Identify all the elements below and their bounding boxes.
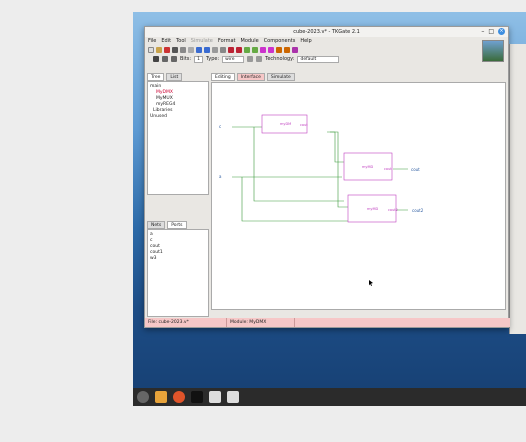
start-menu-icon[interactable] <box>137 391 149 403</box>
align-icon[interactable] <box>256 56 263 62</box>
background-window <box>509 44 526 334</box>
module-label: myDM <box>280 122 291 126</box>
minimize-button[interactable]: – <box>481 28 484 35</box>
title-bar: cube-2023.v* - TKGate 2.1 – □ × <box>145 27 508 37</box>
tab-simulate[interactable]: Simulate <box>266 73 295 81</box>
menu-format[interactable]: Format <box>218 38 236 44</box>
module-close-icon[interactable] <box>244 46 250 53</box>
simulate-icon[interactable] <box>260 46 266 53</box>
wire-tool-icon[interactable] <box>162 56 168 62</box>
redo-icon[interactable] <box>204 46 210 53</box>
port-label: cout2 <box>388 208 398 212</box>
terminal-icon[interactable] <box>191 391 203 403</box>
signal-label: c <box>219 124 221 129</box>
menu-components[interactable]: Components <box>264 38 296 44</box>
probe-icon[interactable] <box>292 46 298 53</box>
hand-tool-icon[interactable] <box>171 56 177 62</box>
tab-list[interactable]: List <box>166 73 183 81</box>
tab-tree[interactable]: Tree <box>147 73 165 81</box>
close-button[interactable]: × <box>498 28 505 35</box>
nets-panel: Nets Ports a c cout cout1 w3 <box>147 221 209 317</box>
menu-tool[interactable]: Tool <box>176 38 186 44</box>
menu-file[interactable]: File <box>148 38 156 44</box>
port-label: cout <box>300 123 308 127</box>
menu-help[interactable]: Help <box>300 38 311 44</box>
type-label: Type: <box>205 56 220 62</box>
app-taskbar-icon[interactable] <box>227 391 239 403</box>
circuit-diagram: myDM cout myMD cout myMD cout2 c a cout … <box>219 114 424 286</box>
undo-icon[interactable] <box>196 46 202 53</box>
print-icon[interactable] <box>172 46 178 53</box>
module-new-icon[interactable] <box>252 46 258 53</box>
tkgate-logo <box>482 40 504 62</box>
print-preview-icon[interactable] <box>180 46 186 53</box>
property-toolbar: Bits: 1 Type: wire Technology: default <box>145 54 508 64</box>
firefox-icon[interactable] <box>173 391 185 403</box>
editor-area: Editing Interface Simulate myDM cout myM… <box>211 73 506 319</box>
bits-field[interactable]: 1 <box>194 55 203 63</box>
select-tool-icon[interactable] <box>153 56 159 62</box>
menu-module[interactable]: Module <box>241 38 259 44</box>
type-select[interactable]: wire <box>222 55 245 63</box>
maximize-button[interactable]: □ <box>488 28 494 35</box>
menu-edit[interactable]: Edit <box>161 38 171 44</box>
signal-label: cout <box>411 167 420 172</box>
circuit-canvas[interactable]: myDM cout myMD cout myMD cout2 c a cout … <box>211 82 506 310</box>
module-open-icon[interactable] <box>236 46 242 53</box>
wire[interactable] <box>232 176 348 222</box>
signal-label: a <box>219 174 222 179</box>
window-title: cube-2023.v* - TKGate 2.1 <box>293 29 360 35</box>
cut-icon[interactable] <box>188 46 194 53</box>
module-label: myMD <box>362 165 374 169</box>
technology-label: Technology: <box>265 56 295 62</box>
tab-nets[interactable]: Nets <box>147 221 166 229</box>
module-icon[interactable] <box>228 46 234 53</box>
signal-label: cout2 <box>412 208 424 213</box>
files-icon[interactable] <box>155 391 167 403</box>
bits-label: Bits: <box>180 56 192 62</box>
rotate-icon[interactable] <box>247 56 254 62</box>
menu-simulate[interactable]: Simulate <box>191 38 213 44</box>
net-item[interactable]: w3 <box>150 256 206 262</box>
tkgate-window: cube-2023.v* - TKGate 2.1 – □ × File Edi… <box>144 26 510 328</box>
left-pane: Tree List main MyDMX MyMUX myREG4 Librar… <box>147 73 209 319</box>
mouse-cursor-icon <box>369 280 373 286</box>
new-icon[interactable] <box>148 46 154 53</box>
save-icon[interactable] <box>164 46 170 53</box>
step-icon[interactable] <box>276 46 282 53</box>
stop-icon[interactable] <box>284 46 290 53</box>
status-file: File: cube-2023.v* <box>145 318 227 327</box>
taskbar <box>133 388 526 406</box>
status-bar: File: cube-2023.v* Module: MyDMX <box>145 318 510 327</box>
status-module: Module: MyDMX <box>227 318 295 327</box>
zoom-icon[interactable] <box>212 46 218 53</box>
open-icon[interactable] <box>156 46 162 53</box>
module-label: myMD <box>367 207 379 211</box>
tree-item[interactable]: Unused <box>150 114 206 120</box>
main-toolbar <box>145 45 508 54</box>
menu-bar: File Edit Tool Simulate Format Module Co… <box>145 37 508 45</box>
port-label: cout <box>384 167 392 171</box>
tab-editing[interactable]: Editing <box>211 73 235 81</box>
nets-list: a c cout cout1 w3 <box>147 229 209 317</box>
tab-interface[interactable]: Interface <box>236 73 265 81</box>
wire[interactable] <box>327 131 344 163</box>
wire[interactable] <box>232 126 344 202</box>
module-tree: main MyDMX MyMUX myREG4 Libraries Unused <box>147 81 209 195</box>
pause-icon[interactable] <box>268 46 274 53</box>
technology-select[interactable]: default <box>297 55 340 63</box>
zoom-out-icon[interactable] <box>220 46 226 53</box>
tab-ports[interactable]: Ports <box>167 221 187 229</box>
tkgate-taskbar-icon[interactable] <box>209 391 221 403</box>
